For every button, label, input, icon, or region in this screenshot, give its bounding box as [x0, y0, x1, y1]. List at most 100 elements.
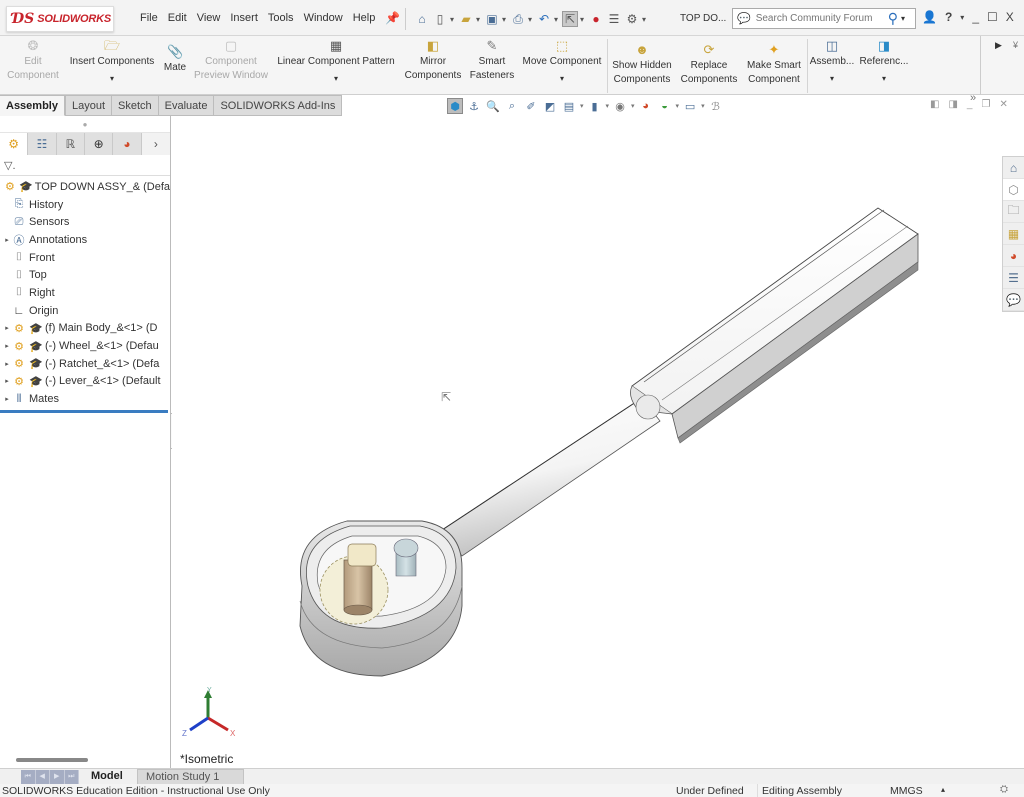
open-icon[interactable]: ▰ — [458, 11, 474, 27]
custom-properties-icon[interactable]: ☰ — [1003, 267, 1024, 289]
last-tab-button[interactable]: ⏭ — [65, 770, 79, 784]
apply-scene-icon[interactable]: ◒ — [657, 98, 673, 114]
doc-restore-button[interactable]: ❐ — [981, 99, 990, 110]
next-tab-button[interactable]: ▶ — [50, 770, 65, 784]
tree-item-top-plane[interactable]: ⌷ Top — [0, 266, 170, 284]
file-properties-icon[interactable]: ☰ — [606, 11, 622, 27]
tree-item-assembly[interactable]: ⚙ 🎓 TOP DOWN ASSY_& (Defa — [0, 178, 170, 196]
menu-tools[interactable]: Tools — [263, 12, 299, 24]
apply-scene-dropdown[interactable]: ▾ — [676, 102, 680, 110]
zoom-to-area-icon[interactable]: ⌕ — [504, 98, 520, 114]
component-preview-window-button[interactable]: ▢ Component Preview Window — [193, 38, 269, 83]
tree-rollback-bar[interactable] — [0, 410, 168, 413]
file-explorer-icon[interactable]: 🗀 — [1003, 201, 1024, 223]
search-dropdown[interactable]: ▾ — [901, 14, 905, 23]
close-button[interactable]: X — [1006, 10, 1014, 24]
search-icon[interactable]: ⚲ — [888, 10, 898, 27]
hide-show-dropdown[interactable]: ▾ — [631, 102, 635, 110]
rendering-tools-icon[interactable]: ℬ — [708, 98, 724, 114]
solidworks-resources-icon[interactable]: ⌂ — [1003, 157, 1024, 179]
tree-item-history[interactable]: ⎘ History — [0, 196, 170, 214]
undo-dropdown[interactable]: ▾ — [554, 15, 560, 24]
display-style-icon[interactable]: ▮ — [587, 98, 603, 114]
options-icon[interactable]: ⚙ — [624, 11, 640, 27]
doc-close-button[interactable]: ✕ — [999, 99, 1007, 110]
tree-item-mates[interactable]: ▸ ⫴ Mates — [0, 390, 170, 408]
tree-item-front-plane[interactable]: ⌷ Front — [0, 249, 170, 267]
linear-pattern-dropdown[interactable]: ▾ — [273, 75, 399, 83]
panel-grip[interactable]: ● — [0, 116, 170, 133]
move-component-button[interactable]: ⬚ Move Component ▾ — [518, 38, 606, 83]
edit-appearance-icon[interactable]: ◕ — [638, 98, 654, 114]
view-palette-icon[interactable]: ▦ — [1003, 223, 1024, 245]
expand-arrow-icon[interactable]: ▸ — [3, 377, 11, 385]
section-view-icon[interactable]: ✐ — [523, 98, 539, 114]
reference-triad[interactable]: Y X Z — [180, 686, 240, 742]
select-icon[interactable]: ⇱ — [562, 11, 578, 27]
print-icon[interactable]: ⎙ — [510, 11, 526, 27]
tile-left-icon[interactable]: ◧ — [930, 99, 939, 110]
tab-evaluate[interactable]: Evaluate — [158, 95, 215, 116]
displaymanager-icon[interactable]: ◕ — [113, 133, 142, 155]
make-smart-component-button[interactable]: ✦ Make Smart Component — [743, 42, 805, 87]
tree-item-ratchet[interactable]: ▸ ⚙ 🎓 (-) Ratchet_&<1> (Defa — [0, 355, 170, 373]
expand-arrow-icon[interactable]: ▸ — [3, 236, 11, 244]
tree-item-annotations[interactable]: ▸ Ⓐ Annotations — [0, 231, 170, 249]
rebuild-status-icon[interactable]: ⛭ — [1000, 783, 1008, 797]
view-orientation-icon[interactable]: ⬢ — [447, 98, 463, 114]
view-setting-monitor-icon[interactable]: ▭ — [682, 98, 698, 114]
reference-geometry-button[interactable]: ◨ Referenc... ▾ — [858, 38, 910, 83]
move-component-dropdown[interactable]: ▾ — [518, 75, 606, 83]
dimxpertmanager-icon[interactable]: ⊕ — [85, 133, 114, 155]
tab-sketch[interactable]: Sketch — [112, 95, 159, 116]
expand-arrow-icon[interactable]: ▸ — [3, 342, 11, 350]
undo-icon[interactable]: ↶ — [536, 11, 552, 27]
dynamic-annotation-icon[interactable]: ◩ — [542, 98, 558, 114]
search-input[interactable] — [755, 13, 886, 24]
tree-item-origin[interactable]: ∟ Origin — [0, 302, 170, 320]
replace-components-button[interactable]: ⟳ Replace Components — [677, 42, 741, 87]
mirror-components-button[interactable]: ◧ Mirror Components — [402, 38, 464, 83]
unit-system-dropdown[interactable]: ▴ — [941, 783, 945, 797]
expand-arrow-icon[interactable]: ▸ — [3, 324, 11, 332]
pin-menu-icon[interactable]: 📌 — [385, 11, 400, 25]
tab-assembly[interactable]: Assembly — [0, 95, 65, 116]
edit-component-button[interactable]: ❂ Edit Component — [4, 38, 62, 83]
prev-tab-button[interactable]: ◀ — [36, 770, 50, 784]
unit-system-selector[interactable]: MMGS — [890, 784, 923, 797]
maximize-button[interactable]: ☐ — [987, 10, 998, 24]
solidworks-logo[interactable]: ƊS SOLIDWORKS — [6, 6, 114, 32]
options-dropdown[interactable]: ▾ — [642, 15, 648, 24]
menu-help[interactable]: Help — [348, 12, 381, 24]
more-tabs-chevron-icon[interactable]: › — [141, 133, 171, 155]
ratchet-wrench-model[interactable] — [172, 116, 1024, 768]
tree-item-right-plane[interactable]: ⌷ Right — [0, 284, 170, 302]
horizontal-scrollbar[interactable] — [16, 758, 88, 762]
tree-item-sensors[interactable]: ⎚ Sensors — [0, 213, 170, 231]
mate-button[interactable]: 📎 Mate — [159, 44, 191, 75]
featuremanager-icon[interactable]: ⚙ — [0, 133, 29, 155]
tab-model[interactable]: Model — [85, 769, 129, 785]
rebuild-icon[interactable]: ● — [588, 11, 604, 27]
design-library-icon[interactable]: ⬡ — [1003, 179, 1024, 201]
tree-item-wheel[interactable]: ▸ ⚙ 🎓 (-) Wheel_&<1> (Defau — [0, 337, 170, 355]
new-document-icon[interactable]: ▯ — [432, 11, 448, 27]
open-dropdown[interactable]: ▾ — [476, 15, 482, 24]
menu-file[interactable]: File — [135, 12, 163, 24]
zoom-to-fit-icon[interactable]: 🔍 — [485, 98, 501, 114]
view-settings-dropdown[interactable]: ▾ — [580, 102, 584, 110]
tree-item-lever[interactable]: ▸ ⚙ 🎓 (-) Lever_&<1> (Default — [0, 373, 170, 391]
help-icon[interactable]: ? — [945, 10, 952, 24]
insert-components-button[interactable]: 🗁 Insert Components ▾ — [66, 38, 158, 83]
hide-show-icon[interactable]: ◉ — [612, 98, 628, 114]
reference-geometry-dropdown[interactable]: ▾ — [858, 75, 910, 83]
insert-components-dropdown[interactable]: ▾ — [66, 75, 158, 83]
menu-window[interactable]: Window — [299, 12, 348, 24]
linear-component-pattern-button[interactable]: ▦ Linear Component Pattern ▾ — [273, 38, 399, 83]
previous-view-icon[interactable]: ⚓ — [466, 98, 482, 114]
print-dropdown[interactable]: ▾ — [528, 15, 534, 24]
display-style-dropdown[interactable]: ▾ — [606, 102, 610, 110]
expand-arrow-icon[interactable]: ▸ — [3, 360, 11, 368]
first-tab-button[interactable]: ⏮ — [21, 770, 36, 784]
home-icon[interactable]: ⌂ — [414, 11, 430, 27]
